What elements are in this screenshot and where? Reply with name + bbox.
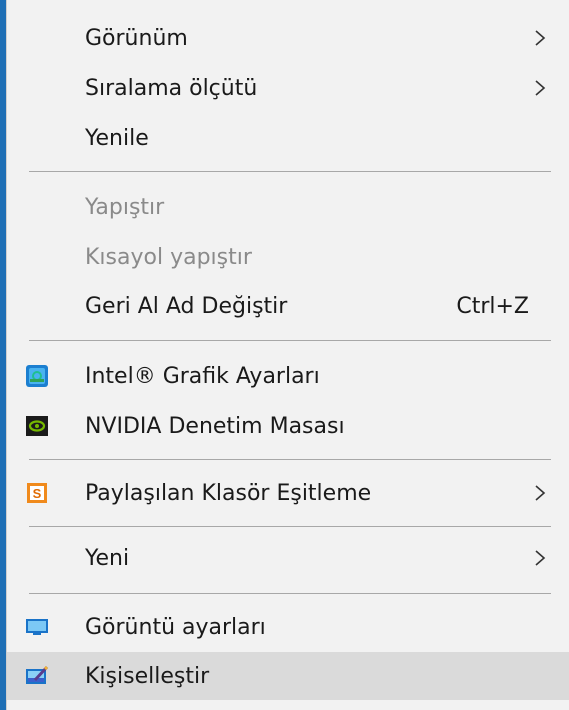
svg-text:S: S: [33, 486, 42, 501]
desktop-context-menu: Görünüm Sıralama ölçütü Yenile Yapıştır …: [6, 0, 569, 710]
intel-graphics-icon: [25, 364, 49, 388]
menu-item-view[interactable]: Görünüm: [7, 14, 569, 62]
menu-item-paste-shortcut[interactable]: Kısayol yapıştır: [7, 233, 569, 281]
menu-item-label: Paylaşılan Klasör Eşitleme: [85, 480, 372, 506]
menu-item-refresh[interactable]: Yenile: [7, 114, 569, 162]
menu-item-label: Kısayol yapıştır: [85, 244, 252, 270]
menu-separator: [29, 459, 551, 460]
chevron-right-icon: [533, 550, 547, 566]
menu-item-label: Sıralama ölçütü: [85, 75, 258, 101]
menu-separator: [29, 171, 551, 172]
menu-item-label: Geri Al Ad Değiştir: [85, 293, 288, 319]
menu-item-display-settings[interactable]: Görüntü ayarları: [7, 603, 569, 651]
shared-folder-sync-icon: S: [25, 481, 49, 505]
menu-item-label: Kişiselleştir: [85, 663, 210, 689]
menu-item-personalize[interactable]: Kişiselleştir: [7, 652, 569, 700]
chevron-right-icon: [533, 30, 547, 46]
menu-separator: [29, 340, 551, 341]
menu-item-shared-folder-sync[interactable]: S Paylaşılan Klasör Eşitleme: [7, 469, 569, 517]
menu-item-undo-rename[interactable]: Geri Al Ad Değiştir Ctrl+Z: [7, 282, 569, 330]
menu-item-shortcut: Ctrl+Z: [456, 293, 529, 319]
menu-item-sort-by[interactable]: Sıralama ölçütü: [7, 64, 569, 112]
menu-item-label: NVIDIA Denetim Masası: [85, 413, 345, 439]
menu-item-intel-graphics[interactable]: Intel® Grafik Ayarları: [7, 352, 569, 400]
personalize-icon: [25, 664, 49, 688]
menu-item-paste[interactable]: Yapıştır: [7, 183, 569, 231]
menu-item-label: Intel® Grafik Ayarları: [85, 363, 320, 389]
nvidia-icon: [25, 414, 49, 438]
menu-separator: [29, 526, 551, 527]
chevron-right-icon: [533, 80, 547, 96]
menu-item-nvidia-control-panel[interactable]: NVIDIA Denetim Masası: [7, 402, 569, 450]
menu-item-label: Yapıştır: [85, 194, 165, 220]
chevron-right-icon: [533, 485, 547, 501]
menu-item-label: Yeni: [85, 545, 130, 571]
menu-separator: [29, 593, 551, 594]
menu-item-label: Görünüm: [85, 25, 188, 51]
monitor-icon: [25, 615, 49, 639]
menu-item-label: Yenile: [85, 125, 149, 151]
menu-item-label: Görüntü ayarları: [85, 614, 266, 640]
menu-item-new[interactable]: Yeni: [7, 534, 569, 582]
